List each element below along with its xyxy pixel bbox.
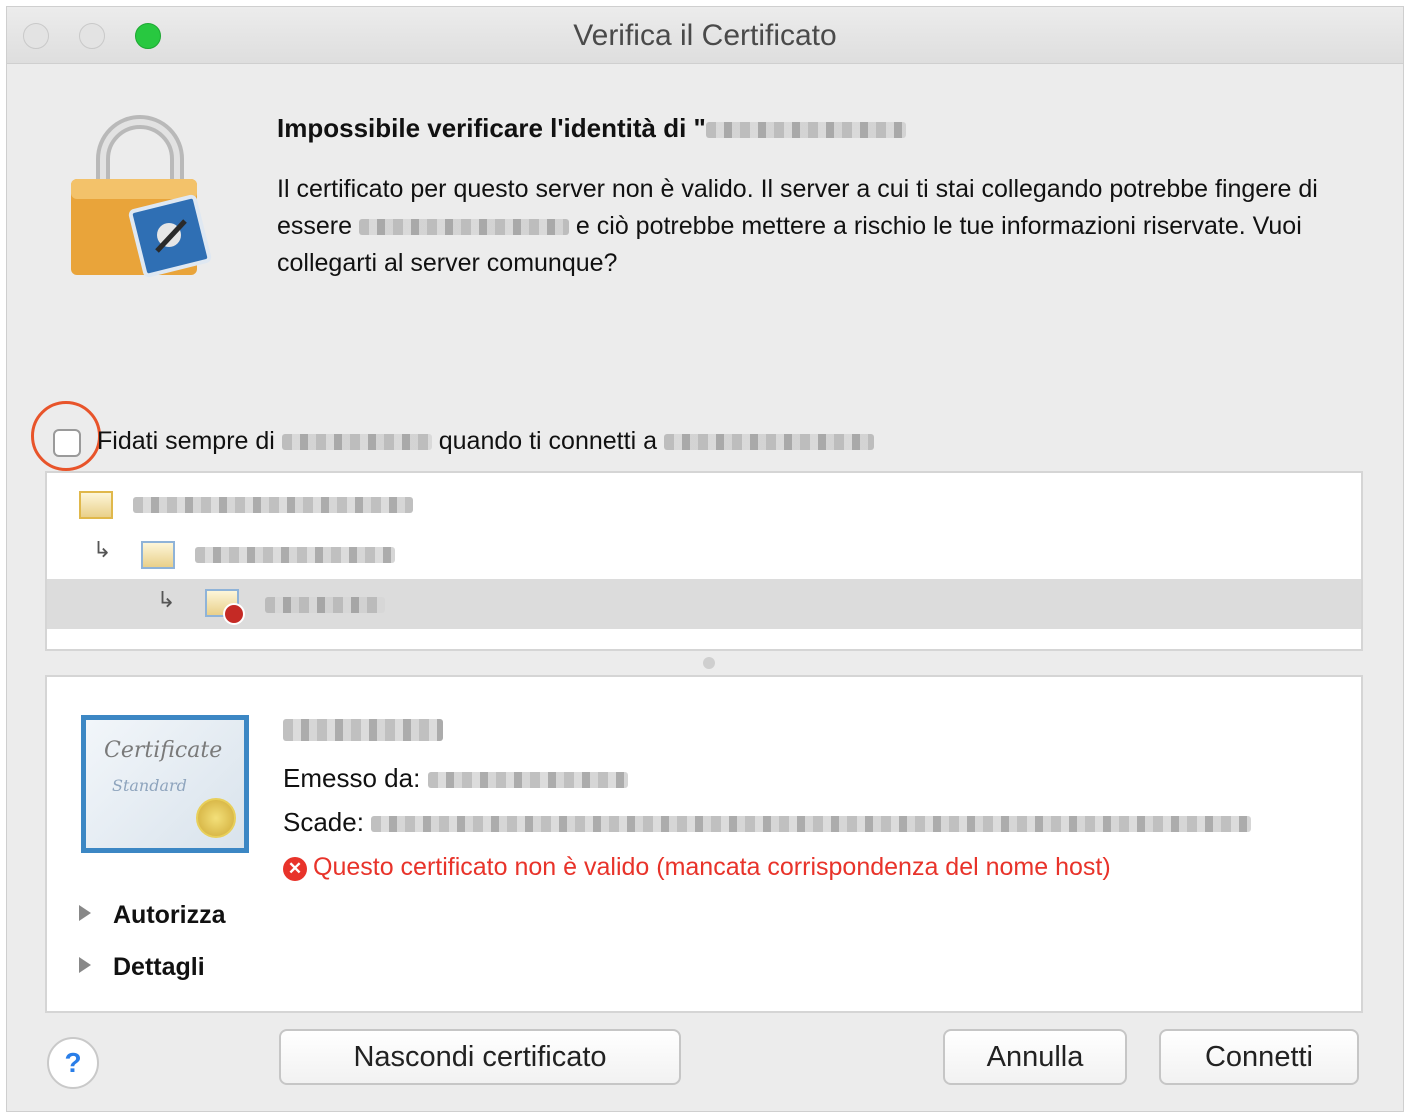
certificate-image-subtext: Standard <box>112 776 187 795</box>
redacted-intermediate-name <box>195 547 395 563</box>
certificate-error-message: ✕ Questo certificato non è valido (mancat… <box>283 853 1111 882</box>
tree-row-server-cert[interactable]: ↳ <box>47 579 1361 629</box>
hide-certificate-button[interactable]: Nascondi certificato <box>279 1029 681 1085</box>
redacted-server-cert-name <box>265 597 385 613</box>
redacted-server-name <box>358 219 569 236</box>
expires-label: Scade: <box>283 807 364 837</box>
certificate-detail-panel: Certificate Standard Emesso da: Scade: ✕… <box>45 675 1363 1013</box>
tree-row-root-ca[interactable] <box>47 479 1361 529</box>
intermediate-certificate-icon <box>141 541 175 569</box>
seal-icon <box>196 798 236 838</box>
trust-section-toggle[interactable]: Autorizza <box>79 901 226 930</box>
redacted-expiry-date <box>371 816 1252 833</box>
root-certificate-icon <box>79 491 113 519</box>
redacted-root-ca-name <box>133 497 413 513</box>
disclosure-triangle-icon <box>79 905 91 921</box>
child-arrow-icon: ↳ <box>93 537 112 562</box>
window-title: Verifica il Certificato <box>573 19 837 52</box>
issued-by-row: Emesso da: <box>283 763 628 794</box>
always-trust-label[interactable]: Fidati sempre di quando ti connetti a <box>97 427 874 456</box>
certificate-image: Certificate Standard <box>81 715 249 853</box>
child-arrow-icon: ↳ <box>157 587 176 612</box>
redacted-cert-name <box>281 434 432 451</box>
details-section-toggle[interactable]: Dettagli <box>79 953 205 982</box>
redacted-certificate-name <box>283 719 443 741</box>
redacted-server-name <box>705 122 906 139</box>
dialog-message: Il certificato per questo server non è v… <box>277 175 1318 277</box>
pane-splitter-handle[interactable] <box>703 657 715 669</box>
redacted-issuer <box>427 772 628 789</box>
disclosure-triangle-icon <box>79 957 91 973</box>
title-bar: Verifica il Certificato <box>7 7 1403 64</box>
connect-button[interactable]: Connetti <box>1159 1029 1359 1085</box>
invalid-badge-icon <box>223 603 245 625</box>
always-trust-checkbox[interactable] <box>53 429 81 457</box>
certificate-dialog: Verifica il Certificato Impossibile veri… <box>6 6 1404 1112</box>
help-button[interactable]: ? <box>47 1037 99 1089</box>
certificate-image-text: Certificate <box>104 738 223 763</box>
cancel-button[interactable]: Annulla <box>943 1029 1127 1085</box>
redacted-server-name <box>663 434 874 451</box>
dialog-heading: Impossibile verificare l'identità di " <box>277 113 906 144</box>
tree-row-intermediate-ca[interactable]: ↳ <box>47 529 1361 579</box>
lock-certificate-icon <box>71 115 212 278</box>
expires-row: Scade: <box>283 807 1252 838</box>
certificate-chain-tree: ↳ ↳ <box>45 471 1363 651</box>
issued-by-label: Emesso da: <box>283 763 421 793</box>
error-icon: ✕ <box>283 857 307 881</box>
